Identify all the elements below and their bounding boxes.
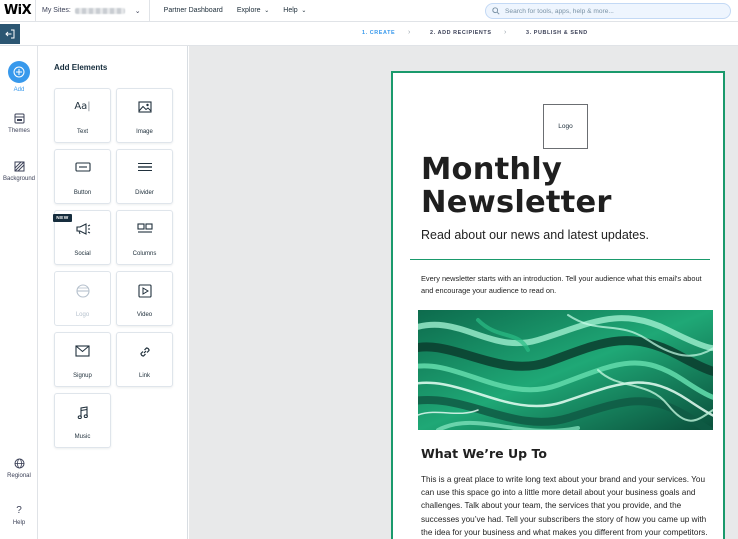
tile-label: Music [74, 434, 91, 440]
nav-partner-dashboard[interactable]: Partner Dashboard [164, 7, 223, 14]
my-sites-label: My Sites: [42, 7, 71, 14]
nav-label: Explore [236, 7, 261, 14]
rail-add[interactable]: Add [0, 61, 38, 93]
newsletter-title[interactable]: Monthly Newsletter [421, 153, 612, 219]
element-signup[interactable]: Signup [54, 332, 111, 387]
button-icon [74, 162, 91, 172]
background-icon [14, 161, 24, 172]
tile-label: Video [136, 312, 153, 318]
tile-label: Divider [135, 190, 154, 196]
rail-regional[interactable]: Regional [0, 458, 38, 479]
exit-button[interactable] [0, 24, 20, 44]
hero-image[interactable] [418, 310, 713, 430]
section-heading[interactable]: What We’re Up To [421, 446, 547, 461]
left-rail: Add Themes Background Regional ? Help [0, 46, 38, 539]
globe-icon [14, 458, 24, 469]
chevron-right-icon: › [504, 29, 507, 36]
step-add-recipients[interactable]: 2. ADD RECIPIENTS [430, 30, 492, 36]
nav-label: Help [283, 7, 298, 14]
wix-logo[interactable]: WiX [0, 0, 36, 22]
rail-help-label: Help [12, 520, 26, 526]
logo-placeholder[interactable]: Logo [543, 104, 588, 149]
newsletter-email[interactable]: Logo Monthly Newsletter Read about our ne… [391, 71, 725, 539]
plus-icon [8, 61, 30, 83]
body-text[interactable]: This is a great place to write long text… [421, 473, 713, 539]
nav-label: Partner Dashboard [163, 7, 223, 14]
tile-label: Text [76, 129, 88, 135]
element-video[interactable]: Video [116, 271, 173, 326]
tile-label: Columns [132, 251, 157, 257]
add-elements-panel: Add Elements Aa| Text Image Button Divid… [39, 46, 188, 539]
my-sites-dropdown[interactable]: My Sites: ⌄ [36, 0, 150, 22]
newsletter-subtitle[interactable]: Read about our news and latest updates. [421, 228, 649, 242]
panel-title: Add Elements [54, 63, 108, 72]
search-placeholder: Search for tools, apps, help & more... [505, 7, 614, 15]
chevron-down-icon: ⌄ [299, 8, 307, 14]
question-icon: ? [16, 505, 22, 516]
rail-themes[interactable]: Themes [0, 113, 38, 134]
rail-help[interactable]: ? Help [0, 505, 38, 526]
link-icon [139, 347, 150, 357]
nav-help[interactable]: Help ⌄ [283, 7, 306, 14]
element-button[interactable]: Button [54, 149, 111, 204]
search-icon [492, 7, 500, 15]
tile-label: Link [138, 373, 150, 379]
element-text[interactable]: Aa| Text [54, 88, 111, 143]
top-bar: WiX My Sites: ⌄ Partner Dashboard Explor… [0, 0, 738, 22]
new-badge: NEW [53, 214, 72, 222]
step-create[interactable]: 1. CREATE [362, 30, 395, 36]
tile-label: Image [136, 129, 153, 135]
chevron-down-icon: ⌄ [134, 7, 141, 15]
text-icon: Aa| [74, 101, 91, 112]
element-columns[interactable]: Columns [116, 210, 173, 265]
rail-themes-label: Themes [8, 128, 30, 134]
tile-label: Logo [75, 312, 90, 318]
image-icon [137, 101, 152, 113]
element-divider[interactable]: Divider [116, 149, 173, 204]
tile-label: Social [74, 251, 91, 257]
video-icon [137, 284, 152, 298]
step-publish-send[interactable]: 3. PUBLISH & SEND [526, 30, 588, 36]
rail-background-label: Background [2, 176, 36, 182]
chevron-down-icon: ⌄ [262, 8, 270, 14]
site-name-redacted [74, 7, 125, 14]
steps-bar: 1. CREATE › 2. ADD RECIPIENTS › 3. PUBLI… [0, 22, 738, 46]
themes-icon [14, 113, 24, 124]
search-input[interactable]: Search for tools, apps, help & more... [485, 3, 731, 19]
tile-label: Button [73, 190, 92, 196]
chevron-right-icon: › [408, 29, 411, 36]
element-music[interactable]: Music [54, 393, 111, 448]
logo-icon [75, 284, 90, 298]
divider-line[interactable] [410, 259, 710, 260]
rail-add-label: Add [13, 87, 25, 93]
element-logo: Logo [54, 271, 111, 326]
columns-icon [136, 223, 153, 233]
megaphone-icon [75, 223, 90, 235]
music-icon [77, 406, 88, 419]
tile-label: Signup [73, 373, 92, 379]
editor-canvas: Logo Monthly Newsletter Read about our ne… [189, 46, 738, 539]
divider-icon [137, 163, 152, 171]
nav-explore[interactable]: Explore ⌄ [237, 7, 269, 14]
rail-regional-label: Regional [7, 473, 31, 479]
envelope-icon [75, 345, 90, 357]
intro-text[interactable]: Every newsletter starts with an introduc… [421, 273, 713, 297]
element-link[interactable]: Link [116, 332, 173, 387]
rail-background[interactable]: Background [0, 161, 38, 182]
element-image[interactable]: Image [116, 88, 173, 143]
exit-icon [5, 29, 15, 39]
logo-placeholder-label: Logo [558, 123, 573, 130]
